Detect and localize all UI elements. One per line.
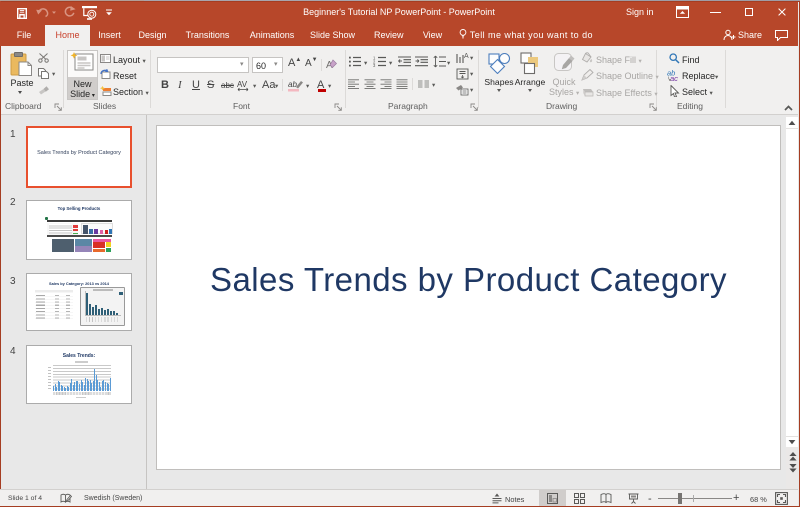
svg-text:3: 3 <box>373 63 376 67</box>
svg-text:AV: AV <box>237 80 248 89</box>
svg-text:ac: ac <box>670 74 678 81</box>
svg-text:A: A <box>464 53 469 60</box>
svg-text:ab: ab <box>288 80 297 89</box>
